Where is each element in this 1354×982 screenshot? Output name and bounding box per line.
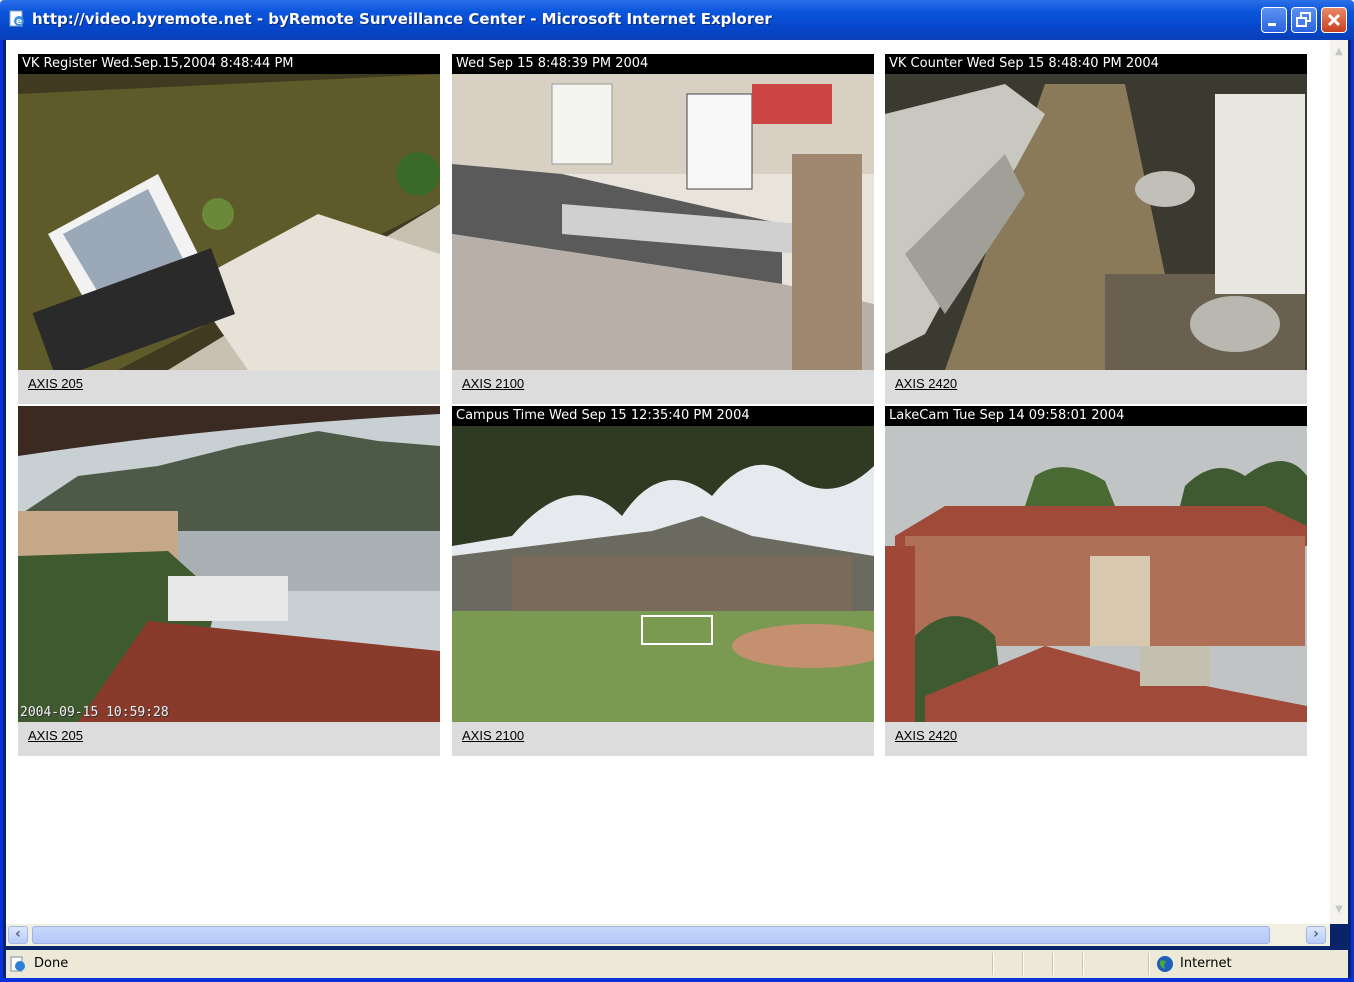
- scroll-right-button[interactable]: ›: [1306, 926, 1326, 944]
- camera-feed-image[interactable]: 2004-09-15 10:59:28: [18, 406, 440, 722]
- camera-caption: LakeCam Tue Sep 14 09:58:01 2004: [885, 406, 1307, 426]
- camera-feed-image[interactable]: VK Register Wed.Sep.15,2004 8:48:44 PM: [18, 54, 440, 370]
- window-title: http://video.byremote.net - byRemote Sur…: [32, 10, 772, 28]
- camera-model-link[interactable]: AXIS 205: [28, 728, 83, 743]
- camera-model-link[interactable]: AXIS 205: [28, 376, 83, 391]
- status-divider: [1148, 953, 1150, 975]
- camera-tile: LakeCam Tue Sep 14 09:58:01 2004 AXIS 24…: [885, 406, 1307, 756]
- restore-icon: [1296, 12, 1311, 27]
- camera-caption: VK Counter Wed Sep 15 8:48:40 PM 2004: [885, 54, 1307, 74]
- minimize-button[interactable]: [1261, 7, 1287, 33]
- chevron-left-icon: ‹: [15, 926, 21, 942]
- vertical-scrollbar[interactable]: ▲ ▼: [1330, 40, 1348, 924]
- minimize-icon: [1268, 23, 1276, 26]
- ie-page-icon: [10, 956, 25, 972]
- ie-page-icon: e: [9, 10, 24, 27]
- restore-button[interactable]: [1291, 7, 1317, 33]
- camera-tile: VK Counter Wed Sep 15 8:48:40 PM 2004 AX…: [885, 54, 1307, 404]
- camera-tile: VK Register Wed.Sep.15,2004 8:48:44 PM A…: [18, 54, 440, 404]
- status-text: Done: [34, 956, 69, 971]
- camera-caption: Campus Time Wed Sep 15 12:35:40 PM 2004: [452, 406, 874, 426]
- page-content: VK Register Wed.Sep.15,2004 8:48:44 PM A…: [6, 40, 1342, 924]
- camera-model-link[interactable]: AXIS 2100: [462, 728, 524, 743]
- status-divider: [1052, 953, 1054, 975]
- scroll-thumb[interactable]: [32, 926, 1270, 944]
- camera-model-link[interactable]: AXIS 2420: [895, 376, 957, 391]
- scroll-left-button[interactable]: ‹: [8, 926, 28, 944]
- globe-icon: [1157, 956, 1173, 972]
- camera-feed-image[interactable]: VK Counter Wed Sep 15 8:48:40 PM 2004: [885, 54, 1307, 370]
- camera-tile: 2004-09-15 10:59:28 AXIS 205: [18, 406, 440, 756]
- camera-caption: VK Register Wed.Sep.15,2004 8:48:44 PM: [18, 54, 440, 74]
- status-divider: [1082, 953, 1084, 975]
- camera-caption: Wed Sep 15 8:48:39 PM 2004: [452, 54, 874, 74]
- camera-feed-image[interactable]: Wed Sep 15 8:48:39 PM 2004: [452, 54, 874, 370]
- camera-model-link[interactable]: AXIS 2420: [895, 728, 957, 743]
- chevron-right-icon: ›: [1313, 926, 1319, 942]
- status-divider: [992, 953, 994, 975]
- status-bar: Done Internet: [6, 950, 1348, 978]
- close-button[interactable]: [1321, 7, 1347, 33]
- horizontal-scrollbar[interactable]: ‹ ›: [6, 924, 1330, 946]
- security-zone-label: Internet: [1180, 956, 1232, 971]
- camera-tile: Wed Sep 15 8:48:39 PM 2004 AXIS 2100: [452, 54, 874, 404]
- title-bar[interactable]: e http://video.byremote.net - byRemote S…: [0, 0, 1354, 40]
- scroll-down-icon[interactable]: ▼: [1331, 902, 1347, 918]
- status-divider: [1022, 953, 1024, 975]
- camera-feed-image[interactable]: LakeCam Tue Sep 14 09:58:01 2004: [885, 406, 1307, 722]
- scroll-up-icon[interactable]: ▲: [1331, 44, 1347, 60]
- camera-tile: Campus Time Wed Sep 15 12:35:40 PM 2004 …: [452, 406, 874, 756]
- camera-feed-image[interactable]: Campus Time Wed Sep 15 12:35:40 PM 2004: [452, 406, 874, 722]
- svg-text:e: e: [16, 17, 22, 27]
- camera-model-link[interactable]: AXIS 2100: [462, 376, 524, 391]
- close-icon: [1327, 13, 1341, 27]
- window-border-bottom: [0, 978, 1354, 982]
- camera-timestamp: 2004-09-15 10:59:28: [20, 705, 169, 720]
